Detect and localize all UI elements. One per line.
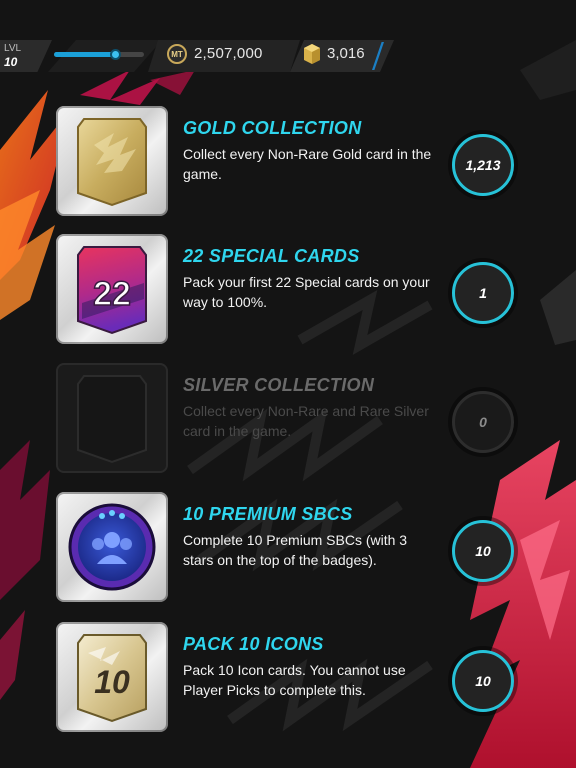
objective-count-ring: 0 [452, 391, 514, 453]
objective-badge-frame: 22 [56, 234, 168, 344]
objective-badge-frame: 10 [56, 622, 168, 732]
special-card-22-icon: 22 [77, 246, 147, 335]
objective-description: Pack your first 22 Special cards on your… [183, 274, 430, 310]
objective-title: PACK 10 ICONS [183, 634, 324, 654]
objective-title: GOLD COLLECTION [183, 118, 362, 138]
points-gem-icon [304, 44, 320, 64]
gold-card-icon [77, 118, 147, 207]
objective-row-silver-collection[interactable]: SILVER COLLECTION Collect every Non-Rare… [0, 363, 576, 475]
special-card-number: 22 [93, 275, 131, 313]
objective-title: 22 SPECIAL CARDS [183, 246, 360, 266]
objective-description: Pack 10 Icon cards. You cannot use Playe… [183, 662, 406, 698]
level-box: LVL 10 [0, 40, 52, 72]
objective-badge-frame [56, 492, 168, 602]
objective-badge-frame [56, 363, 168, 473]
icon-card-10-icon: 10 [77, 634, 147, 723]
level-label: LVL [4, 43, 22, 54]
objective-badge-frame [56, 106, 168, 216]
objective-description: Collect every Non-Rare and Rare Silver c… [183, 403, 429, 439]
objective-count-ring: 1,213 [452, 134, 514, 196]
objective-row-10-premium-sbcs[interactable]: 10 PREMIUM SBCS Complete 10 Premium SBCs… [0, 492, 576, 604]
premium-sbc-badge-icon [68, 503, 156, 591]
objective-row-gold-collection[interactable]: GOLD COLLECTION Collect every Non-Rare G… [0, 106, 576, 218]
xp-progress-fill [54, 52, 115, 57]
coins-value: 2,507,000 [194, 45, 263, 62]
objective-count-ring: 1 [452, 262, 514, 324]
silver-card-outline-icon [77, 375, 147, 464]
coin-icon: MT [167, 44, 187, 64]
objective-count-ring: 10 [452, 650, 514, 712]
objective-row-pack-10-icons[interactable]: 10 PACK 10 ICONS Pack 10 Icon cards. You… [0, 622, 576, 734]
xp-progress-handle [110, 49, 121, 60]
objective-count-ring: 10 [452, 520, 514, 582]
points-value: 3,016 [327, 45, 365, 62]
icon-card-number: 10 [94, 664, 130, 700]
objective-description: Collect every Non-Rare Gold card in the … [183, 146, 432, 182]
objective-title: 10 PREMIUM SBCS [183, 504, 353, 524]
objective-title: SILVER COLLECTION [183, 375, 375, 395]
objective-description: Complete 10 Premium SBCs (with 3 stars o… [183, 532, 408, 568]
objective-row-22-special-cards[interactable]: 22 22 SPECIAL CARDS Pack your first 22 S… [0, 234, 576, 346]
level-value: 10 [4, 55, 18, 69]
